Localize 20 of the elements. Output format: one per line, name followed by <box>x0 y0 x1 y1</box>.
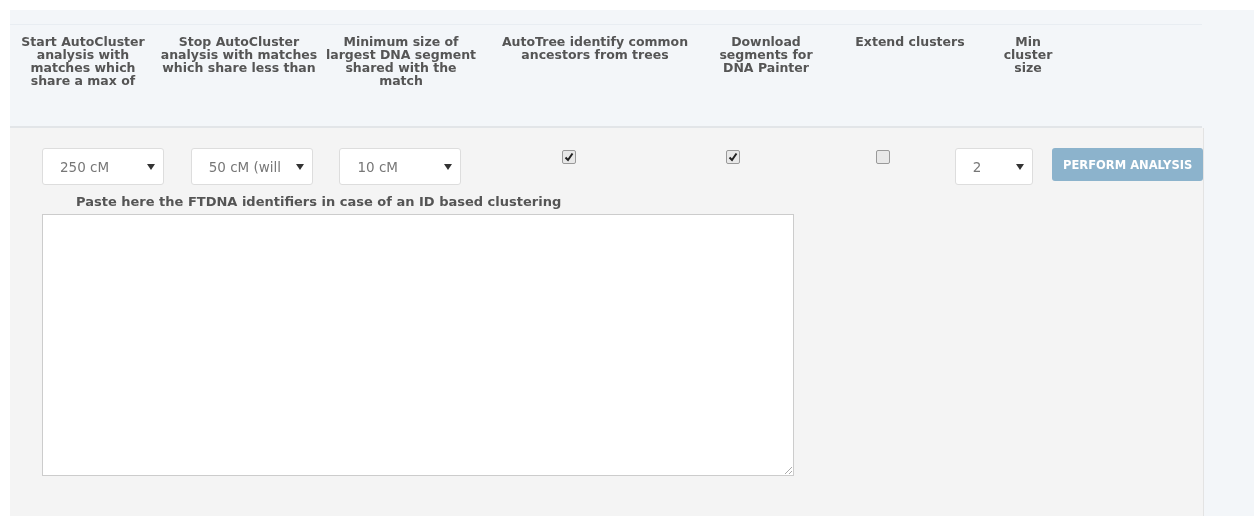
caret-icon <box>147 163 155 170</box>
checkbox[interactable] <box>875 150 890 164</box>
caret-icon <box>295 163 304 170</box>
column-heading: Extend clusters <box>855 35 965 51</box>
dropdown[interactable]: 250 cM <box>42 148 164 185</box>
resize-grip-icon <box>784 466 792 474</box>
ids-label: Paste here the FTDNA identifiers in case of an ID based clustering <box>76 194 563 209</box>
column-heading: Start AutoCluster analysis with matches which share a max of <box>20 35 146 90</box>
checkbox[interactable] <box>725 150 740 164</box>
column-heading: Download segments for DNA Painter <box>718 35 814 77</box>
column-heading: Stop AutoCluster analysis with matches which share less than <box>159 35 319 77</box>
column-heading: Min cluster size <box>1002 35 1054 77</box>
caret-icon <box>1015 163 1024 170</box>
dropdown[interactable]: 2 <box>954 148 1033 185</box>
dropdown[interactable]: 10 cM <box>339 148 462 185</box>
caret-icon <box>444 163 453 170</box>
dropdown[interactable]: 50 cM (will <box>190 148 313 185</box>
checkbox[interactable] <box>561 150 576 164</box>
column-heading: AutoTree identify common ancestors from trees <box>500 35 690 64</box>
column-heading: Minimum size of largest DNA segment shared with the match <box>324 35 478 90</box>
